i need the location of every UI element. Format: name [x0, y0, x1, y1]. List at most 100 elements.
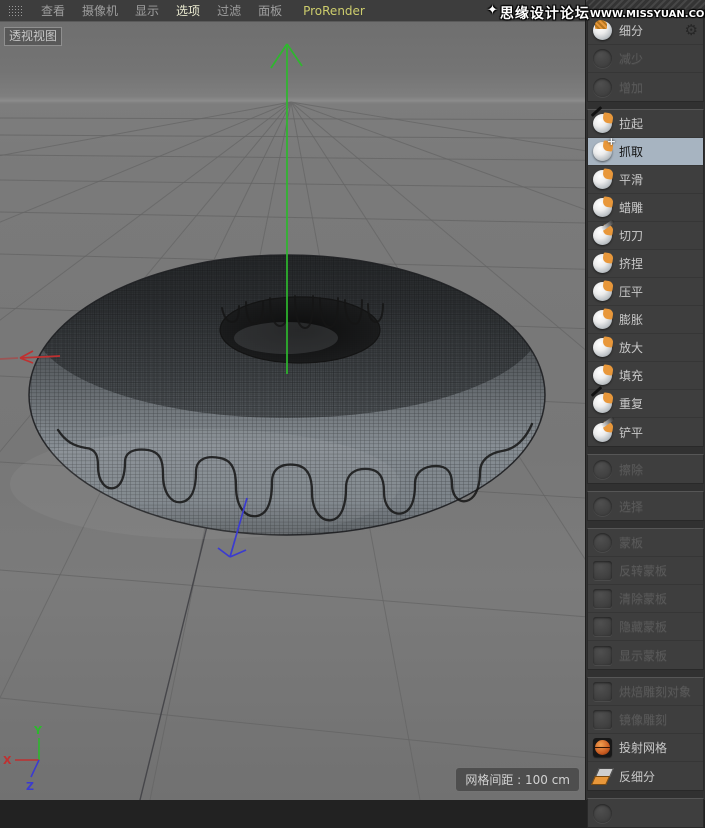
menu-item-prorender[interactable]: ProRender [303, 4, 365, 18]
mesh-ops-group: 烘焙雕刻对象 镜像雕刻 投射网格 反细分 [587, 677, 704, 791]
tool-mirror-sculpt[interactable]: 镜像雕刻 [588, 706, 703, 734]
viewport-canvas: Y X Z [0, 22, 585, 800]
erase-icon [593, 460, 612, 479]
flatten-icon [593, 282, 612, 301]
tool-subdivide[interactable]: 细分 ⚙ [588, 17, 703, 45]
subdivide-icon [593, 21, 612, 40]
tool-label: 烘焙雕刻对象 [619, 683, 691, 700]
tool-label: 选择 [619, 498, 643, 515]
tool-label: 细分 [619, 22, 643, 39]
tool-inflate[interactable]: 膨胀 [588, 306, 703, 334]
tool-label: 填充 [619, 367, 643, 384]
menu-item-filter[interactable]: 过滤 [217, 2, 241, 19]
tool-label: 擦除 [619, 461, 643, 478]
tool-hide-mask[interactable]: 隐藏蒙板 [588, 613, 703, 641]
tool-label: 清除蒙板 [619, 590, 667, 607]
show-mask-icon [593, 646, 612, 665]
repeat-icon [593, 394, 612, 413]
grab-icon [593, 142, 612, 161]
tool-label: 平滑 [619, 171, 643, 188]
view-label[interactable]: 透视视图 [4, 27, 62, 46]
tool-smooth[interactable]: 平滑 [588, 166, 703, 194]
tool-fill[interactable]: 填充 [588, 362, 703, 390]
mirror-sculpt-icon [593, 710, 612, 729]
gear-icon[interactable]: ⚙ [685, 23, 698, 38]
pull-icon [593, 114, 612, 133]
tool-label: 增加 [619, 79, 643, 96]
amplify-icon [593, 338, 612, 357]
invert-mask-icon [593, 561, 612, 580]
menu-item-view[interactable]: 查看 [41, 2, 65, 19]
tool-repeat[interactable]: 重复 [588, 390, 703, 418]
partial-tool-icon [593, 804, 612, 823]
knife-icon [593, 226, 612, 245]
menu-item-camera[interactable]: 摄像机 [82, 2, 118, 19]
menu-item-display[interactable]: 显示 [135, 2, 159, 19]
tool-label: 抓取 [619, 143, 643, 160]
fill-icon [593, 366, 612, 385]
brush-group: 拉起 抓取 平滑 蜡雕 切刀 挤捏 [587, 109, 704, 447]
tool-amplify[interactable]: 放大 [588, 334, 703, 362]
tool-label: 拉起 [619, 115, 643, 132]
wax-icon [593, 198, 612, 217]
tool-knife[interactable]: 切刀 [588, 222, 703, 250]
menu-item-panel[interactable]: 面板 [258, 2, 282, 19]
menu-bar: 查看 摄像机 显示 选项 过滤 面板 ProRender [0, 0, 585, 22]
tool-label: 显示蒙板 [619, 647, 667, 664]
tool-partial-row[interactable] [588, 799, 703, 827]
tool-unsubdivide[interactable]: 反细分 [588, 762, 703, 790]
tool-clear-mask[interactable]: 清除蒙板 [588, 585, 703, 613]
sculpt-toolbar: 细分 ⚙ 减少 增加 拉起 抓取 平滑 [585, 0, 705, 800]
project-mesh-icon [593, 738, 612, 757]
tool-flatten[interactable]: 压平 [588, 278, 703, 306]
viewport[interactable]: Y X Z 透视视图 网格间距 : 100 cm [0, 22, 585, 800]
subdivision-group: 细分 ⚙ 减少 增加 [587, 16, 704, 102]
tool-project-mesh[interactable]: 投射网格 [588, 734, 703, 762]
menu-item-options[interactable]: 选项 [176, 2, 200, 19]
gizmo-z-label: Z [26, 780, 34, 793]
mask-icon [593, 533, 612, 552]
tool-label: 放大 [619, 339, 643, 356]
mask-group: 蒙板 反转蒙板 清除蒙板 隐藏蒙板 显示蒙板 [587, 528, 704, 670]
palette-drag-handle[interactable] [586, 0, 705, 14]
axis-gizmo: Y X Z [3, 724, 43, 793]
clear-mask-icon [593, 589, 612, 608]
gizmo-x-label: X [3, 754, 12, 767]
grip-icon[interactable] [8, 5, 24, 17]
tool-decrease[interactable]: 减少 [588, 45, 703, 73]
select-group: 选择 [587, 491, 704, 521]
tool-label: 投射网格 [619, 739, 667, 756]
hide-mask-icon [593, 617, 612, 636]
tool-pull[interactable]: 拉起 [588, 110, 703, 138]
tool-label: 铲平 [619, 424, 643, 441]
pinch-icon [593, 254, 612, 273]
inflate-icon [593, 310, 612, 329]
donut-model[interactable] [10, 255, 545, 539]
grid-spacing-label: 网格间距 : 100 cm [456, 768, 579, 791]
tool-label: 隐藏蒙板 [619, 618, 667, 635]
tool-label: 蜡雕 [619, 199, 643, 216]
tool-wax[interactable]: 蜡雕 [588, 194, 703, 222]
tool-label: 膨胀 [619, 311, 643, 328]
gizmo-y-label: Y [33, 724, 43, 737]
smooth-icon [593, 170, 612, 189]
tool-show-mask[interactable]: 显示蒙板 [588, 641, 703, 669]
tool-label: 蒙板 [619, 534, 643, 551]
increase-icon [593, 78, 612, 97]
tool-label: 镜像雕刻 [619, 711, 667, 728]
select-icon [593, 497, 612, 516]
tool-pinch[interactable]: 挤捏 [588, 250, 703, 278]
tool-grab[interactable]: 抓取 [588, 138, 703, 166]
tool-invert-mask[interactable]: 反转蒙板 [588, 557, 703, 585]
tool-erase[interactable]: 擦除 [588, 455, 703, 483]
app-window: 查看 摄像机 显示 选项 过滤 面板 ProRender [0, 0, 705, 800]
tool-label: 重复 [619, 395, 643, 412]
tool-increase[interactable]: 增加 [588, 73, 703, 101]
tool-mask[interactable]: 蒙板 [588, 529, 703, 557]
tool-scrape[interactable]: 铲平 [588, 418, 703, 446]
scrape-icon [593, 423, 612, 442]
tool-label: 挤捏 [619, 255, 643, 272]
tool-bake-sculpt-object[interactable]: 烘焙雕刻对象 [588, 678, 703, 706]
tool-label: 压平 [619, 283, 643, 300]
tool-select[interactable]: 选择 [588, 492, 703, 520]
